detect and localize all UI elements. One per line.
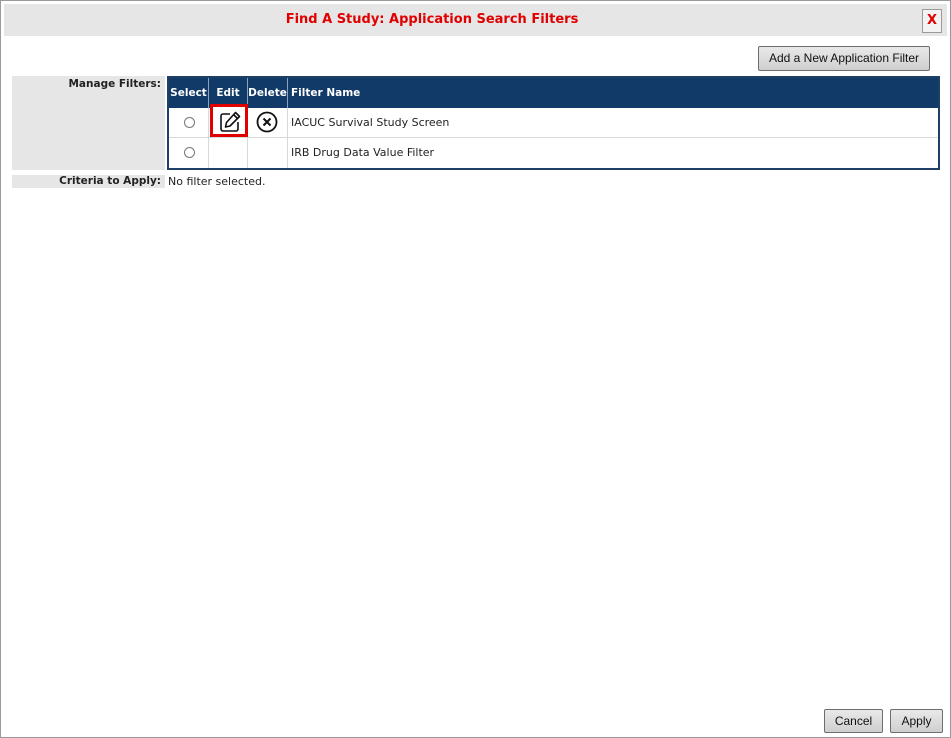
delete-cell <box>248 108 288 137</box>
search-filters-dialog: Find A Study: Application Search Filters… <box>0 0 951 738</box>
apply-button[interactable]: Apply <box>890 709 943 733</box>
select-radio[interactable] <box>184 117 195 128</box>
filters-table-header: Select Edit Delete Filter Name <box>169 78 938 108</box>
edit-cell <box>209 138 248 168</box>
edit-pencil-icon <box>220 111 241 132</box>
filter-name: IACUC Survival Study Screen <box>291 116 450 129</box>
dialog-titlebar: Find A Study: Application Search Filters… <box>4 4 947 36</box>
edit-cell <box>209 104 248 137</box>
column-header-select: Select <box>169 78 209 108</box>
select-cell <box>169 108 209 137</box>
delete-cell <box>248 138 288 168</box>
filter-name: IRB Drug Data Value Filter <box>291 146 435 159</box>
select-cell <box>169 138 209 168</box>
manage-filters-label: Manage Filters: <box>12 76 165 170</box>
criteria-value: No filter selected. <box>168 175 266 188</box>
select-radio[interactable] <box>184 147 195 158</box>
column-header-delete: Delete <box>248 78 288 108</box>
close-button[interactable]: X <box>922 9 942 33</box>
circle-x-icon[interactable] <box>256 111 278 133</box>
dialog-title: Find A Study: Application Search Filters <box>285 12 579 27</box>
add-application-filter-button[interactable]: Add a New Application Filter <box>758 46 930 71</box>
column-header-filter-name: Filter Name <box>291 87 361 99</box>
table-row: IACUC Survival Study Screen <box>169 104 938 138</box>
filters-table: Select Edit Delete Filter Name IACUC Sur… <box>167 76 940 170</box>
edit-button[interactable] <box>210 104 248 137</box>
table-row: IRB Drug Data Value Filter <box>169 138 938 168</box>
cancel-button[interactable]: Cancel <box>824 709 883 733</box>
criteria-label: Criteria to Apply: <box>12 175 165 188</box>
